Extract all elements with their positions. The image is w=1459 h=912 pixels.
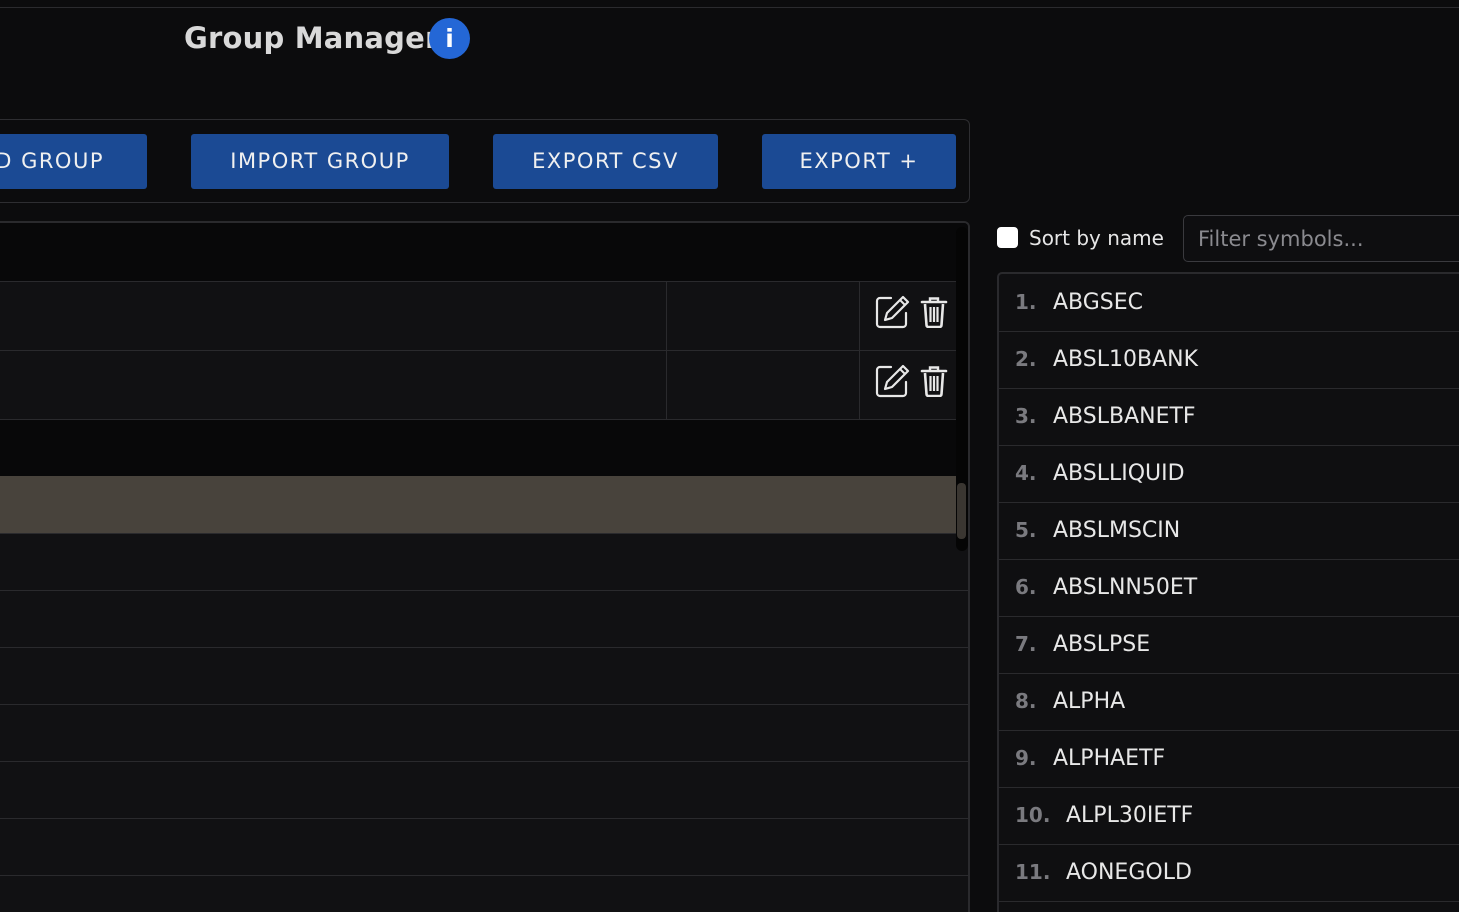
symbol-name: ALPL30IETF [1066,803,1194,828]
symbol-name: ABSLNN50ET [1053,575,1198,600]
list-item[interactable]: 1. ABGSEC [999,274,1459,332]
symbol-name: AONEGOLD [1066,860,1192,885]
symbol-name: ALPHAETF [1053,746,1166,771]
list-item[interactable] [0,648,968,705]
list-item[interactable]: 4. ABSLLIQUID [999,445,1459,503]
row-actions [870,363,950,403]
edit-icon[interactable] [874,294,910,330]
edit-icon[interactable] [874,363,910,399]
list-item[interactable] [0,534,968,591]
import-group-button[interactable]: IMPORT GROUP [191,134,449,189]
symbol-index: 6. [1015,575,1037,599]
export-plus-button[interactable]: EXPORT + [762,134,956,189]
symbol-index: 5. [1015,518,1037,542]
sort-by-name-checkbox[interactable] [997,227,1018,248]
group-name-cell [0,351,667,419]
list-item[interactable]: 7. ABSLPSE [999,616,1459,674]
list-item[interactable]: 11. AONEGOLD [999,844,1459,902]
add-group-button[interactable]: D GROUP [0,134,147,189]
list-item[interactable]: 9. ALPHAETF [999,730,1459,788]
symbol-index: 4. [1015,461,1037,485]
group-count-cell [667,351,860,419]
symbol-name: ABSLPSE [1053,632,1151,657]
list-item[interactable]: 10. ALPL30IETF [999,787,1459,845]
list-item[interactable] [0,591,968,648]
top-divider [0,7,1459,8]
symbol-index: 10. [1015,803,1051,827]
group-name-cell [0,282,667,350]
table-header [0,223,968,282]
list-item[interactable]: 2. ABSL10BANK [999,331,1459,389]
selected-symbol-row[interactable] [0,476,958,534]
table-row[interactable] [0,282,968,351]
symbol-index: 11. [1015,860,1051,884]
symbol-index: 1. [1015,290,1037,314]
trash-icon[interactable] [920,296,948,328]
add-group-label: D GROUP [0,149,104,173]
sort-by-name-label: Sort by name [1029,226,1164,250]
trash-icon[interactable] [920,365,948,397]
symbol-name: ABSLLIQUID [1053,461,1185,486]
symbol-name: ABSLMSCIN [1053,518,1181,543]
symbols-subheader [0,420,968,476]
table-row[interactable] [0,351,968,420]
info-icon[interactable]: i [429,18,470,59]
symbol-index: 8. [1015,689,1037,713]
table-scrollbar[interactable] [956,227,968,551]
symbol-index: 2. [1015,347,1037,371]
group-table [0,221,970,912]
symbol-index: 3. [1015,404,1037,428]
list-item[interactable]: 8. ALPHA [999,673,1459,731]
symbol-name: ABGSEC [1053,290,1144,315]
list-item[interactable]: 5. ABSLMSCIN [999,502,1459,560]
list-item[interactable] [0,762,968,819]
symbol-list: 1. ABGSEC 2. ABSL10BANK 3. ABSLBANETF 4. ABSLLI… [997,272,1459,912]
symbol-name: ABSL10BANK [1053,347,1198,372]
group-manager-page: Group Manager i D GROUP IMPORT GROUP EXP… [0,0,1459,912]
row-actions [870,294,950,334]
list-item[interactable] [0,705,968,762]
list-item[interactable]: 3. ABSLBANETF [999,388,1459,446]
page-title: Group Manager [184,21,440,55]
list-item[interactable]: 6. ABSLNN50ET [999,559,1459,617]
symbol-name: ABSLBANETF [1053,404,1196,429]
export-csv-button[interactable]: EXPORT CSV [493,134,718,189]
symbol-index: 7. [1015,632,1037,656]
list-item[interactable] [0,819,968,876]
symbol-index: 9. [1015,746,1037,770]
scrollbar-thumb[interactable] [957,483,966,539]
group-count-cell [667,282,860,350]
symbol-name: ALPHA [1053,689,1126,714]
filter-symbols-input[interactable] [1183,215,1459,262]
